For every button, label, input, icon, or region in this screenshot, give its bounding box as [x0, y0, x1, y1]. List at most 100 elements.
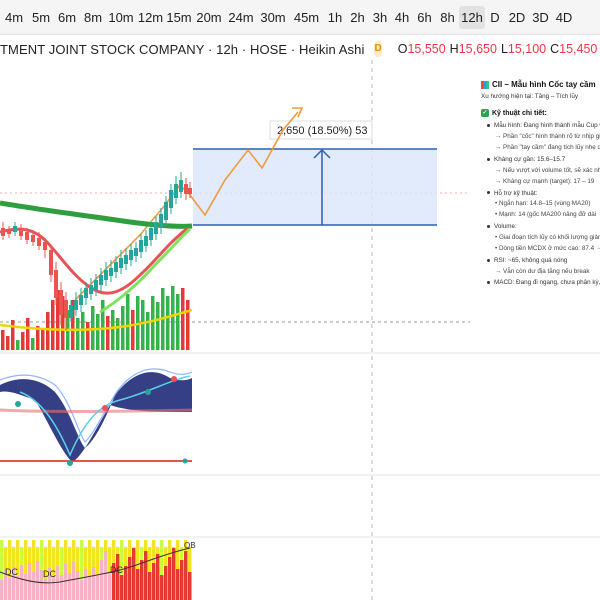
mcdx-bar — [64, 564, 68, 600]
mcdx-pane[interactable] — [0, 540, 192, 600]
data-badge[interactable]: D — [374, 41, 382, 57]
oscillator-zero-band — [0, 408, 193, 413]
osc-dot — [102, 405, 108, 411]
timeframe-24m[interactable]: 24m — [225, 6, 257, 29]
timeframe-12m[interactable]: 12m — [136, 6, 165, 29]
candle-body — [144, 236, 148, 246]
note-sub-item: → Nếu vượt với volume tốt, sẽ xác nhận — [495, 166, 600, 174]
timeframe-3h[interactable]: 3h — [369, 6, 391, 29]
timeframe-20m[interactable]: 20m — [193, 6, 225, 29]
candle-body — [114, 262, 118, 272]
candle-body — [104, 270, 108, 280]
mcdx-bar — [152, 563, 156, 600]
mcdx-bar — [44, 579, 48, 600]
timeframe-D[interactable]: D — [485, 6, 505, 29]
candle-body — [89, 285, 93, 294]
volume-bar — [176, 294, 180, 350]
volume-bar — [1, 330, 5, 350]
candle-body — [159, 214, 163, 228]
timeframe-1h[interactable]: 1h — [324, 6, 346, 29]
note-sub-item: • Giai đoạn tích lũy có khối lượng giảm — [495, 234, 600, 242]
mcdx-bar — [104, 551, 108, 600]
mcdx-bar — [180, 560, 184, 600]
timeframe-4m[interactable]: 4m — [0, 6, 28, 29]
candle-body — [84, 288, 88, 298]
volume-bar — [116, 318, 120, 350]
volume-bar — [146, 312, 150, 350]
volume-bar — [16, 340, 20, 350]
oscillator-fill — [0, 372, 192, 462]
note-sub-item: → Phần "cốc" hình thành rõ từ nhịp giảm — [495, 133, 600, 141]
mcdx-bar — [80, 580, 84, 600]
timeframe-8h[interactable]: 8h — [436, 6, 459, 29]
timeframe-8m[interactable]: 8m — [80, 6, 106, 29]
timeframe-6m[interactable]: 6m — [54, 6, 80, 29]
note-item: RSI: ~65, không quá nóng — [487, 257, 600, 265]
timeframe-5m[interactable]: 5m — [28, 6, 54, 29]
candle-body — [37, 238, 41, 246]
volume-bar — [26, 318, 30, 350]
volume-bar — [41, 330, 45, 350]
candle-body — [94, 280, 98, 290]
mcdx-bar — [160, 575, 164, 600]
candle-body — [109, 268, 113, 276]
analysis-note-panel[interactable]: CII – Mẫu hình Cốc tay cầm Xu hướng hiện… — [473, 78, 600, 348]
volume-bar — [31, 338, 35, 350]
volume-bar — [156, 302, 160, 350]
bullet-icon — [487, 191, 490, 195]
candle-body — [184, 184, 188, 194]
candle-body — [129, 250, 133, 260]
note-title-text: CII – Mẫu hình Cốc tay cầm — [492, 80, 596, 89]
volume-bar — [101, 300, 105, 350]
mcdx-bar — [124, 566, 128, 600]
candle-body — [69, 305, 73, 318]
candle-body — [174, 184, 178, 198]
volume-bar — [86, 322, 90, 350]
mcdx-bar — [188, 572, 192, 600]
bullet-icon — [487, 157, 490, 161]
timeframe-3D[interactable]: 3D — [529, 6, 552, 29]
candle-body — [43, 242, 47, 250]
bullet-icon — [487, 124, 490, 128]
timeframe-4D[interactable]: 4D — [552, 6, 576, 29]
volume-bar — [21, 332, 25, 350]
osc-dot — [15, 401, 21, 407]
volume-bar — [81, 312, 85, 350]
mcdx-bar — [168, 557, 172, 600]
volume-bar — [126, 294, 130, 350]
timeframe-6h[interactable]: 6h — [413, 6, 436, 29]
timeframe-12h[interactable]: 12h — [459, 5, 485, 29]
note-section-text: Kỹ thuật chi tiết: — [492, 109, 547, 117]
mcdx-bar — [144, 551, 148, 600]
mcdx-bar — [140, 560, 144, 600]
target-zone[interactable] — [193, 149, 437, 225]
oscillator-pane[interactable] — [0, 368, 193, 466]
bullet-icon — [487, 225, 490, 229]
symbol-title[interactable]: TMENT JOINT STOCK COMPANY · 12h · HOSE ·… — [0, 42, 364, 57]
note-item-text: Kháng cự gần: 15.6–15.7 — [494, 156, 566, 164]
candle-body — [7, 230, 11, 234]
timeframe-4h[interactable]: 4h — [391, 6, 413, 29]
chart-legend: TMENT JOINT STOCK COMPANY · 12h · HOSE ·… — [0, 38, 600, 60]
volume-bar — [111, 310, 115, 350]
candle-body — [64, 300, 68, 318]
timeframe-2h[interactable]: 2h — [346, 6, 369, 29]
timeframe-30m[interactable]: 30m — [257, 6, 289, 29]
candle-body — [79, 295, 83, 305]
timeframe-45m[interactable]: 45m — [289, 6, 324, 29]
volume-bar — [11, 320, 15, 350]
note-sub-item: → Phần "tay cầm" đang tích lũy nhẹ quanh — [495, 144, 600, 152]
volume-bar — [56, 290, 60, 350]
candle-body — [59, 290, 63, 315]
ohlc-key: H — [449, 42, 459, 56]
note-sub-item: • Ngắn hạn: 14.8–15 (vùng MA20) — [495, 200, 591, 208]
mcdx-bar — [172, 548, 176, 600]
timeframe-15m[interactable]: 15m — [165, 6, 193, 29]
timeframe-10m[interactable]: 10m — [106, 6, 136, 29]
volume-bar — [181, 288, 185, 350]
candle-body — [74, 300, 78, 310]
mcdx-bar — [0, 580, 4, 600]
timeframe-2D[interactable]: 2D — [505, 6, 529, 29]
bullet-icon — [487, 258, 490, 262]
mcdx-bar — [72, 562, 76, 600]
